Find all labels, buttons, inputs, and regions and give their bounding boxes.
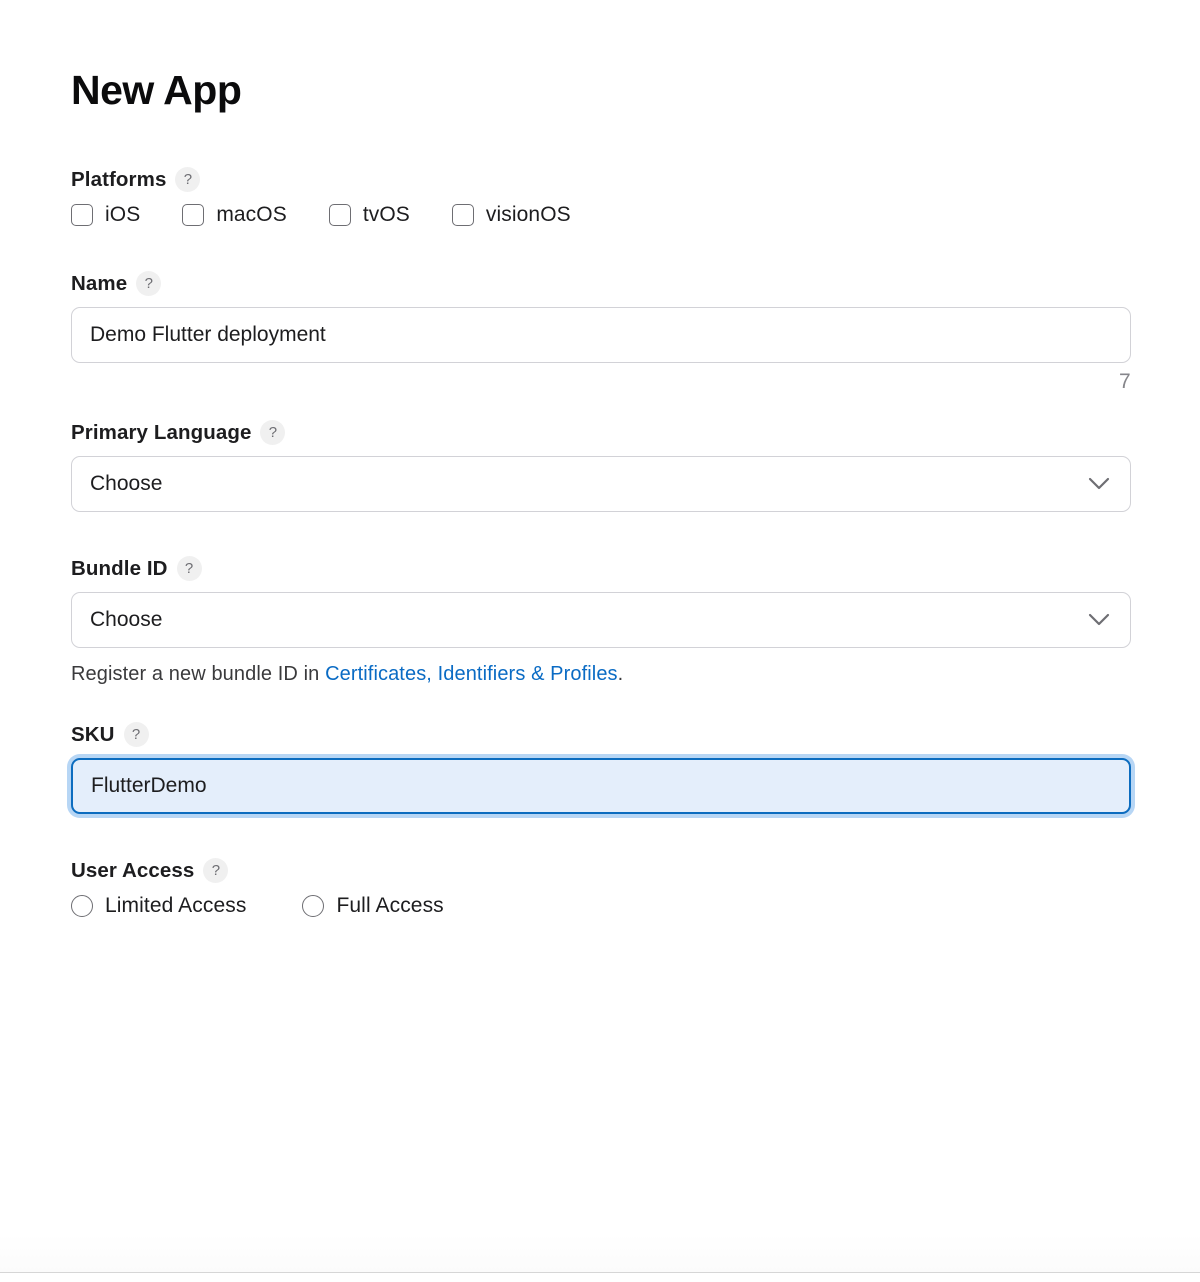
platforms-field-group: Platforms ? iOS macOS tvOS visionOS [71,167,1130,227]
name-label: Name [71,271,128,295]
new-app-form-sheet: New App Platforms ? iOS macOS tvOS visio… [0,0,1200,1272]
bundle-id-label-row: Bundle ID ? [71,556,1130,581]
checkbox-unchecked-icon[interactable] [182,204,205,226]
platform-checkbox-tvos[interactable]: tvOS [328,203,410,227]
platform-label-ios: iOS [105,203,141,226]
platform-checkbox-macos[interactable]: macOS [182,203,287,227]
sku-input-value: FlutterDemo [91,774,207,797]
primary-language-field-group: Primary Language ? Choose [71,420,1131,512]
primary-language-select[interactable]: Choose [71,456,1131,512]
certificates-identifiers-profiles-link[interactable]: Certificates, Identifiers & Profiles [325,663,618,685]
user-access-label-full: Full Access [336,894,444,917]
user-access-field-group: User Access ? Limited Access Full Access [71,858,1130,918]
checkbox-unchecked-icon[interactable] [328,204,351,226]
platform-label-macos: macOS [216,203,287,226]
sku-label-row: SKU ? [71,722,1130,747]
help-icon[interactable]: ? [136,271,162,296]
page-title: New App [71,67,242,113]
sku-field-group: SKU ? FlutterDemo [71,722,1131,814]
name-label-row: Name ? [71,271,1130,296]
user-access-label: User Access [71,858,195,882]
bundle-id-helper-suffix: . [617,663,624,685]
platform-checkbox-ios[interactable]: iOS [71,203,140,227]
platforms-checkbox-row: iOS macOS tvOS visionOS [71,203,1130,227]
bundle-id-helper-prefix: Register a new bundle ID in [71,663,326,685]
platform-label-visionos: visionOS [485,203,571,226]
platform-label-tvos: tvOS [362,203,410,226]
help-icon[interactable]: ? [176,556,202,581]
primary-language-selected-value: Choose [90,472,163,495]
help-icon[interactable]: ? [123,722,149,747]
user-access-label-row: User Access ? [71,858,1130,883]
platforms-label-row: Platforms ? [71,167,1130,192]
user-access-radio-limited[interactable]: Limited Access [71,894,246,918]
checkbox-unchecked-icon[interactable] [451,204,474,226]
platforms-label: Platforms [71,167,167,191]
sheet-footer-strip [0,1273,1200,1282]
chevron-down-icon[interactable] [1088,613,1112,627]
radio-unselected-icon[interactable] [302,895,325,917]
user-access-radio-row: Limited Access Full Access [71,894,1130,918]
sheet-bottom-fade [0,1234,1200,1272]
sku-label: SKU [71,722,115,746]
bundle-id-label: Bundle ID [71,556,168,580]
primary-language-label-row: Primary Language ? [71,420,1130,445]
bundle-id-selected-value: Choose [90,608,163,631]
radio-unselected-icon[interactable] [71,895,93,917]
name-field-group: Name ? Demo Flutter deployment 7 [71,271,1131,394]
name-input[interactable]: Demo Flutter deployment [71,307,1131,363]
name-character-counter: 7 [1119,370,1131,393]
primary-language-label: Primary Language [71,420,252,444]
bundle-id-helper-text: Register a new bundle ID in Certificates… [71,663,1130,686]
user-access-label-limited: Limited Access [105,894,247,917]
sku-input[interactable]: FlutterDemo [71,758,1131,814]
help-icon[interactable]: ? [175,167,201,192]
bundle-id-field-group: Bundle ID ? Choose Register a new bundle… [71,556,1131,686]
checkbox-unchecked-icon[interactable] [71,204,93,226]
help-icon[interactable]: ? [203,858,229,883]
user-access-radio-full[interactable]: Full Access [302,894,444,918]
bundle-id-select[interactable]: Choose [71,592,1131,648]
platform-checkbox-visionos[interactable]: visionOS [451,203,571,227]
name-input-value: Demo Flutter deployment [90,323,326,346]
chevron-down-icon[interactable] [1088,477,1112,491]
help-icon[interactable]: ? [260,420,286,445]
